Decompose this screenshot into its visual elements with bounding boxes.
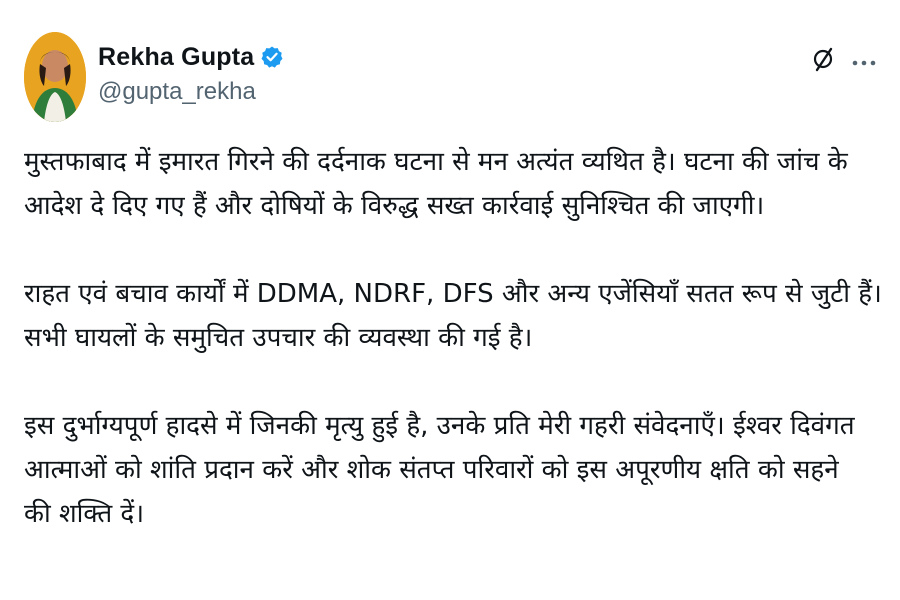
user-meta: Rekha Gupta @gupta_rekha xyxy=(98,40,284,106)
tweet-line: आत्माओं को शांति प्रदान करें और शोक संतप… xyxy=(24,455,839,485)
more-options-icon[interactable] xyxy=(852,52,876,71)
tweet-line: आदेश दे दिए गए हैं और दोषियों के विरुद्ध… xyxy=(24,191,765,221)
tweet-paragraph: इस दुर्भाग्यपूर्ण हादसे में जिनकी मृत्यु… xyxy=(24,404,880,536)
display-name[interactable]: Rekha Gupta xyxy=(98,43,254,72)
tweet-paragraph: मुस्तफाबाद में इमारत गिरने की दर्दनाक घट… xyxy=(24,140,880,228)
tweet-card: Rekha Gupta @gupta_rekha मुस्तफाबाद में … xyxy=(0,0,900,600)
user-handle[interactable]: @gupta_rekha xyxy=(98,78,284,106)
tweet-line: की शक्ति दें। xyxy=(24,499,145,529)
display-name-row: Rekha Gupta xyxy=(98,40,284,74)
tweet-paragraph: राहत एवं बचाव कार्यों में DDMA, NDRF, DF… xyxy=(24,272,882,360)
grok-icon[interactable] xyxy=(812,46,836,76)
tweet-line: मुस्तफाबाद में इमारत गिरने की दर्दनाक घट… xyxy=(24,147,848,177)
avatar-image xyxy=(24,32,86,122)
tweet-line: सभी घायलों के समुचित उपचार की व्यवस्था क… xyxy=(24,323,533,353)
tweet-header: Rekha Gupta @gupta_rekha xyxy=(24,32,876,122)
tweet-actions xyxy=(812,46,876,76)
tweet-text: मुस्तफाबाद में इमारत गिरने की दर्दनाक घट… xyxy=(24,140,882,580)
verified-badge-icon xyxy=(260,45,284,69)
tweet-line: राहत एवं बचाव कार्यों में DDMA, NDRF, DF… xyxy=(24,279,882,309)
tweet-line: इस दुर्भाग्यपूर्ण हादसे में जिनकी मृत्यु… xyxy=(24,411,855,441)
avatar[interactable] xyxy=(24,32,86,122)
